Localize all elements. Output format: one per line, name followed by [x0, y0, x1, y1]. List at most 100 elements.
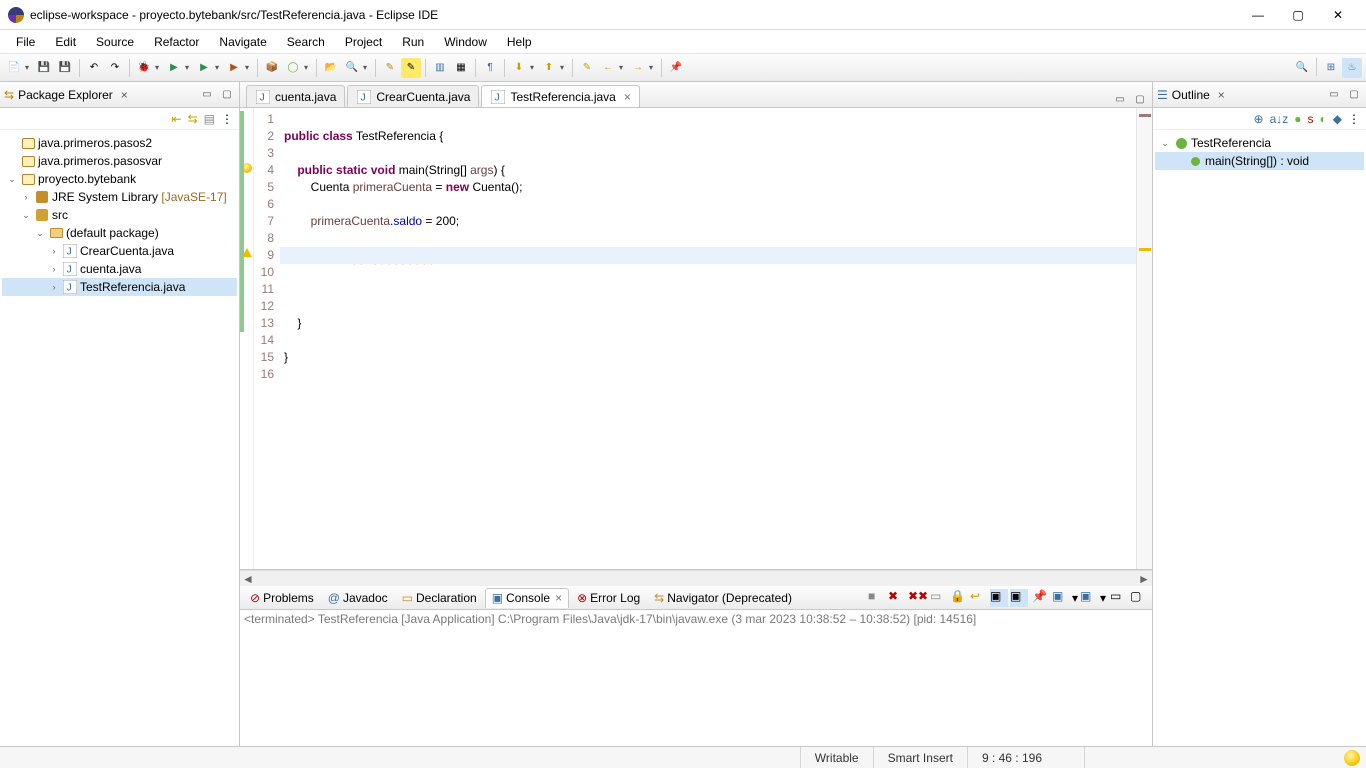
dropdown-icon[interactable]: ▾: [25, 63, 33, 72]
scroll-left-icon[interactable]: ◄: [240, 572, 256, 586]
back-icon[interactable]: ←: [598, 58, 618, 78]
tab-console[interactable]: ▣Console×: [485, 588, 569, 608]
dropdown-icon[interactable]: ▾: [1072, 591, 1078, 605]
view-menu-icon[interactable]: ⋮: [1348, 112, 1360, 126]
maximize-view-icon[interactable]: ▢: [1346, 87, 1362, 103]
debug-icon[interactable]: 🐞: [134, 58, 154, 78]
src-row[interactable]: ⌄src: [2, 206, 237, 224]
menu-project[interactable]: Project: [335, 32, 392, 52]
maximize-view-icon[interactable]: ▢: [219, 87, 235, 103]
open-type-icon[interactable]: 📂: [321, 58, 341, 78]
quick-access-icon[interactable]: 🔍: [1292, 58, 1312, 78]
tab-navigator[interactable]: ⇆Navigator (Deprecated): [648, 588, 798, 608]
maximize-bottom-icon[interactable]: ▢: [1130, 589, 1148, 607]
file-row-selected[interactable]: ›JTestReferencia.java: [2, 278, 237, 296]
open-perspective-icon[interactable]: ⊞: [1321, 58, 1341, 78]
maximize-editor-icon[interactable]: ▢: [1132, 91, 1148, 107]
package-row[interactable]: ⌄(default package): [2, 224, 237, 242]
filter-icon[interactable]: ▤: [204, 112, 215, 126]
editor-tab-active[interactable]: JTestReferencia.java×: [481, 85, 639, 107]
minimize-view-icon[interactable]: ▭: [199, 87, 215, 103]
expand-icon[interactable]: ›: [48, 246, 60, 256]
expand-icon[interactable]: ›: [48, 282, 60, 292]
new-icon[interactable]: 📄: [4, 58, 24, 78]
scroll-right-icon[interactable]: ►: [1136, 572, 1152, 586]
new-java-class-icon[interactable]: ◯: [283, 58, 303, 78]
minimize-editor-icon[interactable]: ▭: [1112, 91, 1128, 107]
code-editor[interactable]: 12345678910111213141516 public class Tes…: [240, 108, 1152, 570]
prev-annotation-icon[interactable]: ⬆: [539, 58, 559, 78]
dropdown-icon[interactable]: ▾: [1100, 591, 1106, 605]
expand-icon[interactable]: ⌄: [20, 210, 32, 221]
last-edit-icon[interactable]: ✎: [577, 58, 597, 78]
pin-console-icon[interactable]: 📌: [1032, 589, 1050, 607]
file-row[interactable]: ›Jcuenta.java: [2, 260, 237, 278]
minimize-bottom-icon[interactable]: ▭: [1110, 589, 1128, 607]
redo-icon[interactable]: ↷: [105, 58, 125, 78]
hide-static-icon[interactable]: s: [1308, 112, 1314, 126]
menu-window[interactable]: Window: [434, 32, 497, 52]
tab-javadoc[interactable]: @Javadoc: [322, 588, 394, 608]
close-tab-icon[interactable]: ×: [553, 591, 562, 605]
code-area[interactable]: public class TestReferencia { public sta…: [280, 108, 1152, 569]
display-selected-icon[interactable]: ▣: [1052, 589, 1070, 607]
editor-tab[interactable]: JCrearCuenta.java: [347, 85, 479, 107]
view-menu-icon[interactable]: ⋮: [221, 112, 233, 126]
project-row[interactable]: java.primeros.pasos2: [2, 134, 237, 152]
run-icon[interactable]: ▶: [164, 58, 184, 78]
dropdown-icon[interactable]: ▾: [215, 63, 223, 72]
expand-icon[interactable]: ›: [48, 264, 60, 274]
file-row[interactable]: ›JCrearCuenta.java: [2, 242, 237, 260]
hide-nonpublic-icon[interactable]: ◐: [1320, 112, 1327, 126]
sort-icon[interactable]: a↓z: [1270, 112, 1289, 126]
open-console-icon[interactable]: ▣: [1080, 589, 1098, 607]
new-java-package-icon[interactable]: 📦: [262, 58, 282, 78]
outline-method-row[interactable]: main(String[]) : void: [1155, 152, 1364, 170]
external-tools-icon[interactable]: ▶: [224, 58, 244, 78]
save-icon[interactable]: 💾: [34, 58, 54, 78]
dropdown-icon[interactable]: ▾: [363, 63, 371, 72]
show-whitespace-icon[interactable]: ▦: [451, 58, 471, 78]
menu-help[interactable]: Help: [497, 32, 542, 52]
close-view-icon[interactable]: ×: [117, 88, 132, 102]
collapse-all-icon[interactable]: ⇤: [172, 112, 182, 126]
pin-editor-icon[interactable]: 📌: [666, 58, 686, 78]
hide-fields-icon[interactable]: ●: [1294, 112, 1301, 126]
overview-ruler[interactable]: [1136, 108, 1152, 569]
menu-navigate[interactable]: Navigate: [209, 32, 276, 52]
remove-all-icon[interactable]: ✖✖: [908, 589, 926, 607]
dropdown-icon[interactable]: ▾: [649, 63, 657, 72]
expand-icon[interactable]: ›: [20, 192, 32, 202]
menu-edit[interactable]: Edit: [45, 32, 86, 52]
toggle-highlight-icon[interactable]: ✎: [401, 58, 421, 78]
menu-run[interactable]: Run: [392, 32, 434, 52]
project-row[interactable]: ⌄proyecto.bytebank: [2, 170, 237, 188]
forward-icon[interactable]: →: [628, 58, 648, 78]
focus-icon[interactable]: ⊕: [1254, 112, 1264, 126]
save-all-icon[interactable]: 💾: [55, 58, 75, 78]
word-wrap-icon[interactable]: ↩: [970, 589, 988, 607]
scroll-lock-icon[interactable]: 🔒: [950, 589, 968, 607]
menu-search[interactable]: Search: [277, 32, 335, 52]
console-output[interactable]: <terminated> TestReferencia [Java Applic…: [240, 610, 1152, 746]
menu-file[interactable]: File: [6, 32, 45, 52]
menu-source[interactable]: Source: [86, 32, 144, 52]
close-tab-icon[interactable]: ×: [620, 90, 631, 104]
expand-icon[interactable]: ⌄: [6, 174, 18, 185]
search-icon[interactable]: 🔍: [342, 58, 362, 78]
toggle-block-icon[interactable]: ▥: [430, 58, 450, 78]
menu-refactor[interactable]: Refactor: [144, 32, 209, 52]
toggle-mark-icon[interactable]: ✎: [380, 58, 400, 78]
next-annotation-icon[interactable]: ⬇: [509, 58, 529, 78]
expand-icon[interactable]: ⌄: [1159, 138, 1171, 149]
terminate-icon[interactable]: ■: [868, 589, 886, 607]
dropdown-icon[interactable]: ▾: [185, 63, 193, 72]
tip-icon[interactable]: [1344, 750, 1360, 766]
project-row[interactable]: java.primeros.pasosvar: [2, 152, 237, 170]
hide-local-icon[interactable]: ◆: [1333, 112, 1342, 126]
dropdown-icon[interactable]: ▾: [245, 63, 253, 72]
dropdown-icon[interactable]: ▾: [560, 63, 568, 72]
expand-icon[interactable]: ⌄: [34, 228, 46, 239]
dropdown-icon[interactable]: ▾: [530, 63, 538, 72]
dropdown-icon[interactable]: ▾: [155, 63, 163, 72]
